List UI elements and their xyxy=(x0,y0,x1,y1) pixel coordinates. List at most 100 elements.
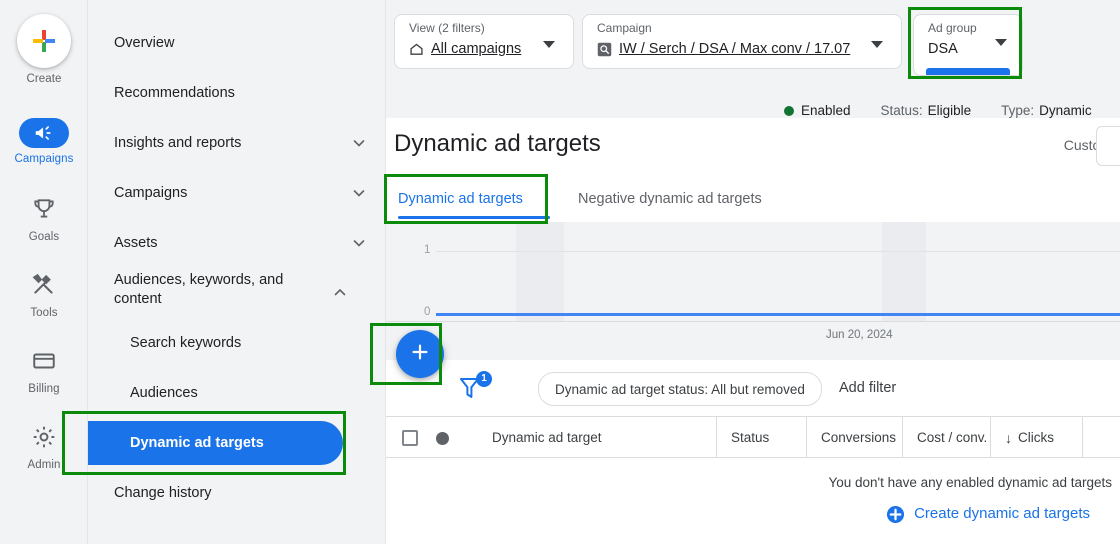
home-icon xyxy=(409,42,424,57)
column-header-cost-per-conv[interactable]: Cost / conv. xyxy=(902,417,990,458)
rail-item-label: Tools xyxy=(30,307,58,319)
rail-item-campaigns[interactable]: Campaigns xyxy=(0,118,88,166)
adgroup-selection-indicator xyxy=(926,68,1010,75)
adgroup-selector-value: DSA xyxy=(928,41,958,57)
sidebar-item-label: Overview xyxy=(114,34,175,51)
tab-dynamic-ad-targets[interactable]: Dynamic ad targets xyxy=(394,176,554,222)
column-header-label: Clicks xyxy=(1018,430,1054,445)
tab-label: Negative dynamic ad targets xyxy=(578,191,762,207)
column-header-conversions[interactable]: Conversions xyxy=(806,417,902,458)
chart-ytick-label: 1 xyxy=(424,244,431,256)
rail-item-label: Admin xyxy=(27,459,61,471)
plus-circle-icon xyxy=(886,505,905,524)
chevron-down-icon xyxy=(351,235,367,251)
plus-icon xyxy=(409,341,431,368)
column-header-clicks[interactable]: ↓ Clicks xyxy=(990,417,1082,458)
chart-weekend-band xyxy=(516,222,564,322)
rail-item-label: Create xyxy=(26,73,62,85)
page-title: Dynamic ad targets xyxy=(394,130,601,157)
sidebar-item-recommendations[interactable]: Recommendations xyxy=(88,80,385,106)
campaign-selector-value-row: IW / Serch / DSA / Max conv / 17.07 xyxy=(597,39,850,59)
column-header-label: Status xyxy=(731,430,770,445)
chart-weekend-band xyxy=(882,222,926,322)
empty-state-message: You don't have any enabled dynamic ad ta… xyxy=(828,475,1112,490)
rail-item-label: Campaigns xyxy=(14,153,74,165)
sidebar-item-dynamic-ad-targets[interactable]: Dynamic ad targets xyxy=(88,421,343,465)
chevron-down-icon xyxy=(351,135,367,151)
view-selector[interactable]: View (2 filters) All campaigns xyxy=(394,14,574,69)
filter-count-badge: 1 xyxy=(476,371,492,387)
tab-negative-dynamic-ad-targets[interactable]: Negative dynamic ad targets xyxy=(574,176,792,222)
chevron-down-icon xyxy=(351,185,367,201)
trophy-icon xyxy=(0,196,88,227)
left-icon-rail: Create Campaigns Goals Tools Billing Adm… xyxy=(0,0,88,544)
sidebar-item-label: Search keywords xyxy=(130,334,242,351)
search-square-icon xyxy=(597,42,612,57)
sidebar-item-assets[interactable]: Assets xyxy=(88,230,385,256)
sidebar-item-search-keywords[interactable]: Search keywords xyxy=(88,330,385,356)
sidebar-item-audiences[interactable]: Audiences xyxy=(88,380,385,406)
caret-down-icon xyxy=(871,41,883,48)
add-filter-button[interactable]: Add filter xyxy=(839,372,896,404)
sidebar-item-label: Assets xyxy=(114,234,158,251)
chart-xaxis-label-front: Jun 20, 2024 xyxy=(826,329,893,341)
sidebar-item-campaigns[interactable]: Campaigns xyxy=(88,180,385,206)
sort-descending-icon: ↓ xyxy=(1005,429,1012,446)
dynamic-ad-targets-table: Dynamic ad target Status Conversions Cos… xyxy=(386,416,1120,544)
status-dot-icon xyxy=(436,432,449,445)
filter-bar: 1 Dynamic ad target status: All but remo… xyxy=(386,360,1120,416)
create-dynamic-ad-targets-link[interactable]: Create dynamic ad targets xyxy=(886,504,1090,524)
top-selector-bar: View (2 filters) All campaigns Campaign xyxy=(386,0,1120,118)
filter-chip-status[interactable]: Dynamic ad target status: All but remove… xyxy=(538,372,822,406)
chart-gridline xyxy=(436,251,1120,252)
sidebar-item-insights-and-reports[interactable]: Insights and reports xyxy=(88,130,385,156)
tools-icon xyxy=(0,272,88,303)
add-filter-label: Add filter xyxy=(839,380,897,396)
column-header-status[interactable]: Status xyxy=(716,417,806,458)
sidebar-item-overview[interactable]: Overview xyxy=(88,30,385,56)
caret-down-icon xyxy=(543,41,555,48)
sidebar-item-label: Dynamic ad targets xyxy=(130,434,264,451)
campaign-selector[interactable]: Campaign IW / Serch / DSA / Max conv / 1… xyxy=(582,14,902,69)
campaign-selector-value: IW / Serch / DSA / Max conv / 17.07 xyxy=(619,41,851,57)
chart-series-line-clicks xyxy=(436,313,1120,316)
sidebar-item-label: Insights and reports xyxy=(114,134,242,151)
rail-item-billing[interactable]: Billing xyxy=(0,348,88,396)
tab-label: Dynamic ad targets xyxy=(398,191,523,207)
filter-funnel-icon xyxy=(458,378,484,405)
adgroup-selector[interactable]: Ad group DSA xyxy=(913,14,1023,76)
sidebar-item-label: Campaigns xyxy=(114,184,188,201)
rail-item-create[interactable]: Create xyxy=(0,14,88,86)
sidebar-item-change-history[interactable]: Change history xyxy=(88,480,385,506)
filter-chip-label: Dynamic ad target status: All but remove… xyxy=(555,381,805,397)
gear-icon xyxy=(0,424,88,455)
date-range-box[interactable] xyxy=(1096,126,1120,166)
sidebar-item-label: Audiences, keywords, and content xyxy=(114,272,284,307)
sidebar-nav: Overview Recommendations Insights and re… xyxy=(88,0,386,544)
column-header-label: Dynamic ad target xyxy=(492,430,602,445)
filter-funnel-button[interactable]: 1 xyxy=(458,371,492,405)
tab-active-underline xyxy=(398,216,550,219)
table-header-row: Dynamic ad target Status Conversions Cos… xyxy=(386,416,1120,458)
chevron-up-icon xyxy=(332,284,348,300)
rail-item-admin[interactable]: Admin xyxy=(0,424,88,472)
page-title-row: Dynamic ad targets Custom xyxy=(386,118,1120,170)
credit-card-icon xyxy=(0,348,88,379)
adgroup-selector-value-row: DSA xyxy=(928,39,958,59)
megaphone-icon xyxy=(19,118,69,148)
rail-item-goals[interactable]: Goals xyxy=(0,196,88,244)
sidebar-item-audiences-keywords-and-content[interactable]: Audiences, keywords, and content xyxy=(88,268,385,312)
sidebar-item-label: Recommendations xyxy=(114,84,235,101)
column-header-label: Conversions xyxy=(821,430,897,445)
view-selector-value-row: All campaigns xyxy=(409,39,521,59)
chart-xaxis-strip xyxy=(386,322,1120,360)
view-selector-label: View (2 filters) xyxy=(409,21,485,35)
column-header-overflow[interactable] xyxy=(1082,417,1120,458)
select-all-checkbox[interactable] xyxy=(402,430,418,446)
status-dot-icon xyxy=(784,106,794,116)
rail-item-tools[interactable]: Tools xyxy=(0,272,88,320)
add-fab-button[interactable] xyxy=(396,330,444,378)
sidebar-item-label: Audiences xyxy=(130,384,198,401)
column-header-dynamic-ad-target[interactable]: Dynamic ad target xyxy=(492,417,712,458)
performance-chart: 1 0 xyxy=(386,222,1120,322)
